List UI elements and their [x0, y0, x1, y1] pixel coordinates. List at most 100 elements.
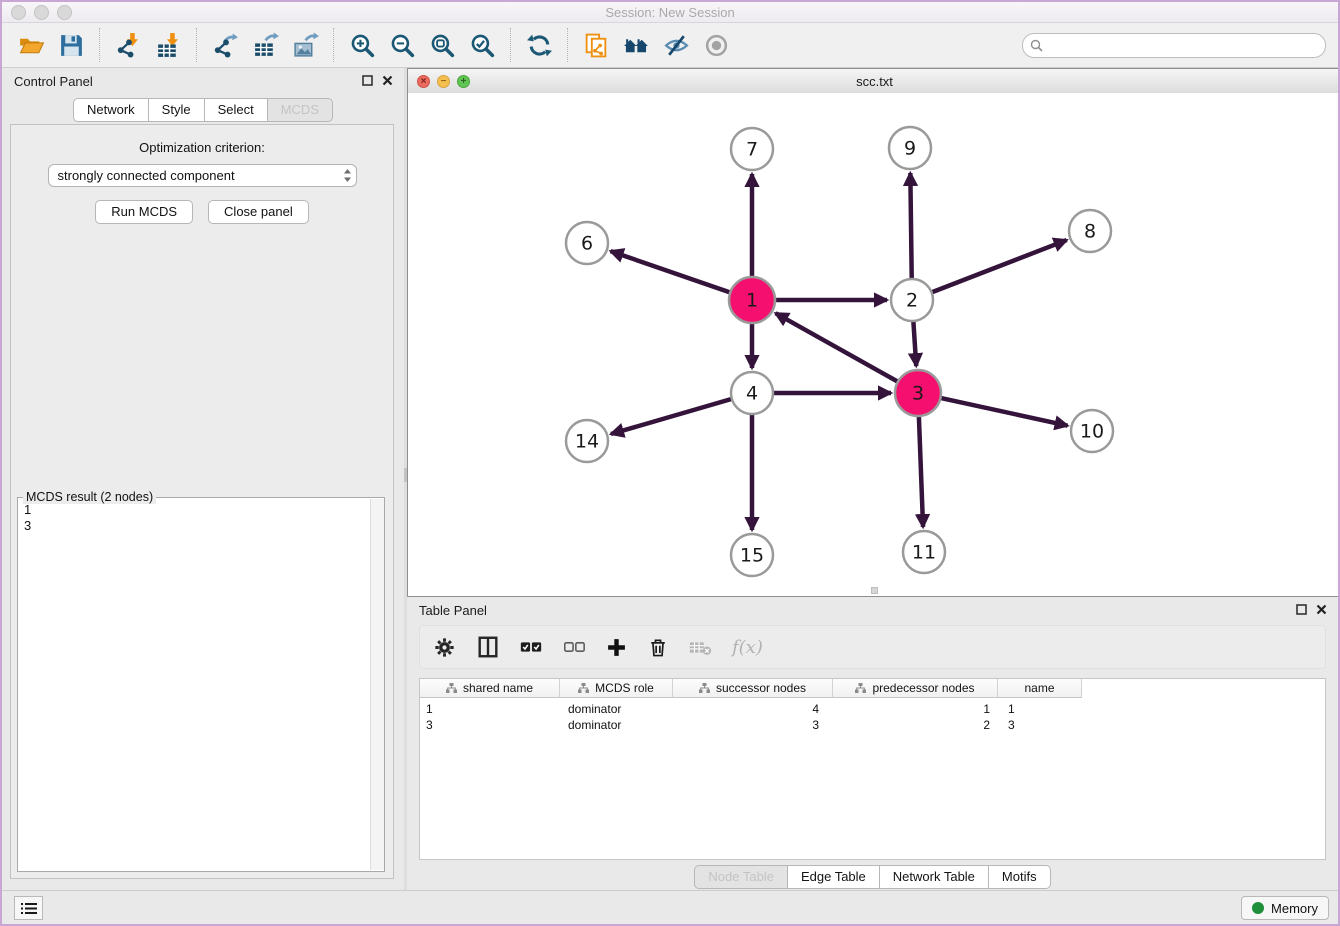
criterion-value: strongly connected component: [58, 168, 235, 183]
column-header-successor-nodes[interactable]: successor nodes: [673, 679, 833, 698]
column-header-shared-name[interactable]: shared name: [420, 679, 560, 698]
column-header-mcds-role[interactable]: MCDS role: [560, 679, 673, 698]
tab-select[interactable]: Select: [205, 98, 268, 122]
tab-node-table[interactable]: Node Table: [694, 865, 788, 889]
tab-network-table[interactable]: Network Table: [880, 865, 989, 889]
export-table-icon[interactable]: [250, 30, 280, 60]
zoom-fit-icon[interactable]: [427, 30, 457, 60]
close-panel-button[interactable]: Close panel: [208, 200, 309, 224]
edge-2-3[interactable]: [913, 321, 916, 366]
edge-3-10[interactable]: [940, 398, 1067, 426]
network-canvas[interactable]: 7 9 6 8 1 2 4 3 14 10 15 11: [408, 93, 1340, 596]
graph-node-2[interactable]: 2: [891, 279, 933, 321]
import-network-icon[interactable]: [113, 30, 143, 60]
canvas-resize-grip[interactable]: [871, 587, 878, 594]
graph-node-14[interactable]: 14: [566, 420, 608, 462]
graph-node-4[interactable]: 4: [731, 372, 773, 414]
edge-4-14[interactable]: [611, 399, 732, 434]
cell-successor-nodes: 4: [673, 702, 833, 716]
tab-network[interactable]: Network: [73, 98, 149, 122]
add-column-icon[interactable]: [605, 636, 628, 659]
close-panel-icon[interactable]: [382, 75, 393, 86]
toolbar-separator: [333, 28, 334, 62]
control-panel-title: Control Panel: [14, 74, 93, 89]
tab-edge-table[interactable]: Edge Table: [788, 865, 880, 889]
function-builder-icon[interactable]: f(x): [732, 637, 763, 658]
cell-shared-name: 1: [420, 702, 560, 716]
node-label: 11: [912, 542, 936, 564]
node-label: 8: [1084, 221, 1096, 243]
network-window-titlebar[interactable]: × − + scc.txt: [408, 69, 1340, 94]
delete-column-icon[interactable]: [647, 636, 669, 659]
export-network-icon[interactable]: [210, 30, 240, 60]
network-close-button[interactable]: ×: [417, 75, 430, 88]
result-line: 1: [24, 502, 364, 518]
table-row[interactable]: 3dominator323: [420, 717, 1325, 733]
unselect-all-icon[interactable]: [562, 637, 586, 657]
zoom-in-icon[interactable]: [347, 30, 377, 60]
search-input[interactable]: [1048, 37, 1318, 54]
float-panel-icon[interactable]: [362, 75, 373, 86]
delete-table-icon[interactable]: [688, 638, 713, 657]
edge-3-1[interactable]: [776, 313, 898, 382]
open-folder-icon[interactable]: [16, 30, 46, 60]
export-image-icon[interactable]: [290, 30, 320, 60]
graph-node-11[interactable]: 11: [903, 531, 945, 573]
edge-2-8[interactable]: [932, 240, 1067, 292]
hide-details-icon[interactable]: [661, 30, 691, 60]
tab-motifs[interactable]: Motifs: [989, 865, 1051, 889]
zoom-selected-icon[interactable]: [467, 30, 497, 60]
table-row[interactable]: 1dominator411: [420, 701, 1325, 717]
graph-node-15[interactable]: 15: [731, 534, 773, 576]
cell-mcds-role: dominator: [560, 718, 673, 732]
result-scrollbar[interactable]: [370, 499, 384, 870]
attribute-tree-icon: [446, 683, 457, 693]
graph-node-9[interactable]: 9: [889, 127, 931, 169]
column-header-predecessor-nodes[interactable]: predecessor nodes: [833, 679, 998, 698]
settings-gear-icon[interactable]: [432, 635, 457, 660]
task-history-button[interactable]: [14, 896, 43, 920]
column-header-label: name: [1024, 681, 1054, 695]
show-columns-icon[interactable]: [476, 635, 500, 659]
node-label: 9: [904, 138, 916, 160]
run-mcds-button[interactable]: Run MCDS: [95, 200, 193, 224]
tab-mcds[interactable]: MCDS: [268, 98, 333, 122]
toolbar-separator: [510, 28, 511, 62]
node-label: 7: [746, 139, 758, 161]
optimization-criterion-select[interactable]: strongly connected component: [48, 164, 357, 187]
graph-node-10[interactable]: 10: [1071, 410, 1113, 452]
save-icon[interactable]: [56, 30, 86, 60]
network-graph[interactable]: 7 9 6 8 1 2 4 3 14 10 15 11: [408, 93, 1340, 596]
result-line: 3: [24, 518, 364, 534]
tab-style[interactable]: Style: [149, 98, 205, 122]
close-panel-icon[interactable]: [1316, 604, 1327, 615]
node-label: 1: [746, 290, 758, 312]
select-all-icon[interactable]: [519, 637, 543, 657]
attribute-tree-icon: [699, 683, 710, 693]
graph-node-6[interactable]: 6: [566, 222, 608, 264]
graph-node-3[interactable]: 3: [895, 370, 941, 416]
memory-button[interactable]: Memory: [1241, 896, 1329, 920]
zoom-out-icon[interactable]: [387, 30, 417, 60]
copy-network-icon[interactable]: [581, 30, 611, 60]
show-details-icon[interactable]: [701, 30, 731, 60]
cell-name: 3: [998, 718, 1082, 732]
float-panel-icon[interactable]: [1296, 604, 1307, 615]
import-table-icon[interactable]: [153, 30, 183, 60]
graph-node-1[interactable]: 1: [729, 277, 775, 323]
cell-predecessor-nodes: 1: [833, 702, 998, 716]
attribute-tree-icon: [855, 683, 866, 693]
network-minimize-button[interactable]: −: [437, 75, 450, 88]
application-window: Session: New Session: [0, 0, 1340, 926]
edge-3-11[interactable]: [919, 416, 923, 527]
edge-1-6[interactable]: [611, 251, 731, 292]
network-maximize-button[interactable]: +: [457, 75, 470, 88]
column-header-name[interactable]: name: [998, 679, 1082, 698]
combo-stepper-icon: [343, 168, 352, 183]
refresh-icon[interactable]: [524, 30, 554, 60]
cell-successor-nodes: 3: [673, 718, 833, 732]
edge-2-9[interactable]: [910, 173, 911, 279]
graph-node-7[interactable]: 7: [731, 128, 773, 170]
neighbors-icon[interactable]: [621, 30, 651, 60]
graph-node-8[interactable]: 8: [1069, 210, 1111, 252]
